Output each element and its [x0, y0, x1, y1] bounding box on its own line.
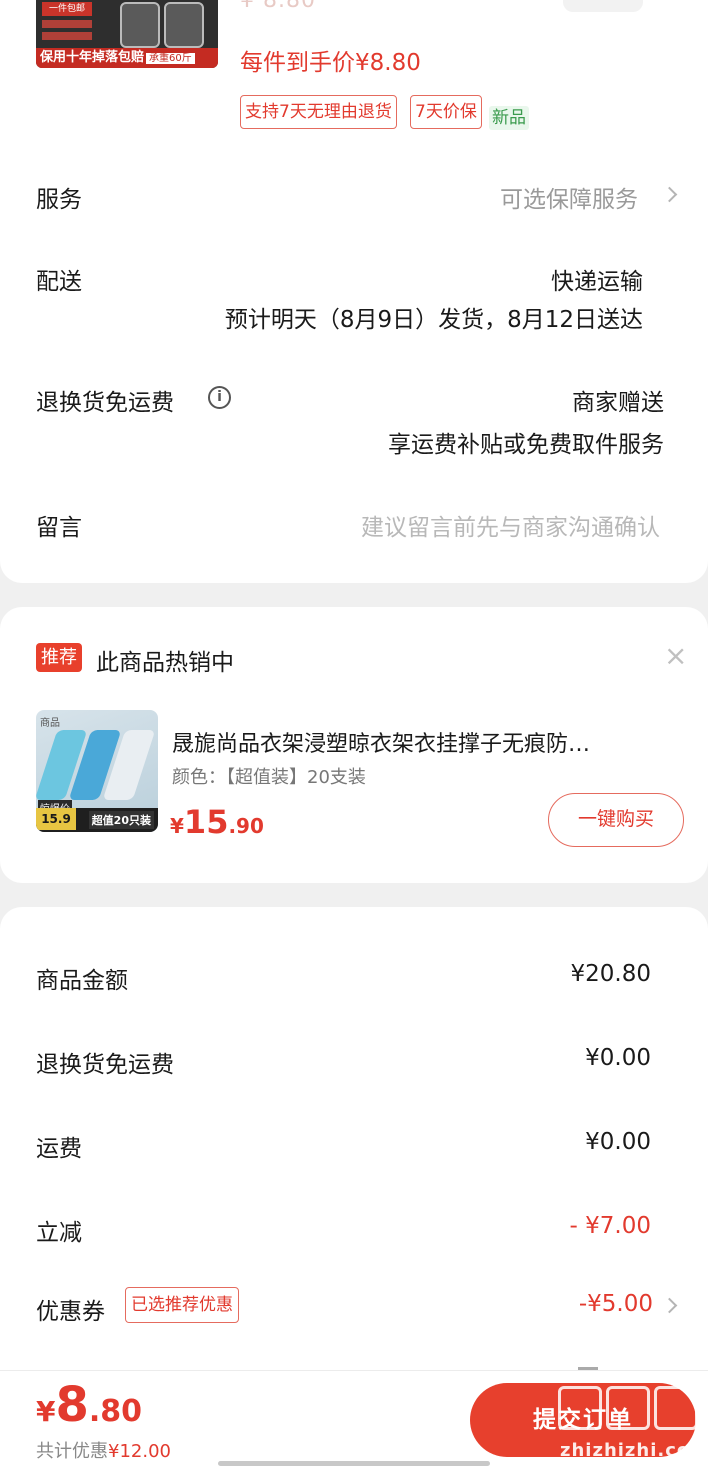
quantity-stepper[interactable]: [563, 0, 643, 12]
delivery-value: 快递运输: [551, 269, 643, 295]
service-label: 服务: [36, 187, 82, 213]
thumbnail-shipping-tag: 一件包邮: [42, 2, 92, 16]
return-detail: 享运费补贴或免费取件服务: [388, 432, 664, 458]
summary-value-coupon[interactable]: -¥5.00: [579, 1291, 653, 1317]
summary-label-shipping: 运费: [36, 1136, 82, 1162]
summary-value-goods: ¥20.80: [570, 961, 651, 987]
info-icon[interactable]: i: [208, 386, 231, 409]
hook-image: [164, 2, 204, 48]
recommend-product-color: 颜色：【超值装】20支装: [172, 767, 366, 788]
new-badge: 新品: [489, 106, 529, 130]
chevron-right-icon[interactable]: [661, 1297, 678, 1314]
delivery-label: 配送: [36, 269, 82, 295]
image-price-tag: 15.9: [36, 808, 76, 830]
chevron-right-icon[interactable]: [661, 186, 678, 203]
return-value: 商家赠送: [572, 390, 664, 416]
summary-label-discount: 立减: [36, 1220, 82, 1246]
total-discount: 共计优惠¥12.00: [36, 1441, 171, 1462]
summary-label-coupon: 优惠券: [36, 1299, 105, 1325]
summary-label-return: 退换货免运费: [36, 1052, 174, 1078]
close-icon[interactable]: ×: [664, 639, 687, 672]
summary-label-goods: 商品金额: [36, 968, 128, 994]
message-label: 留言: [36, 515, 82, 541]
product-thumbnail[interactable]: 一件包邮 保用十年掉落包赔 承重60斤: [36, 0, 218, 68]
price-protect-badge: 7天价保: [410, 95, 482, 129]
recommend-card: 推荐 此商品热销中 × 商品 惊爆价 15.9 超值20只装 晟旎尚品衣架浸塑晾…: [0, 607, 708, 883]
image-pack-badge: 超值20只装: [88, 811, 154, 829]
hook-image: [120, 2, 160, 48]
watermark-text: zhizhizhi.com: [560, 1440, 708, 1461]
total-price: ¥8.80: [36, 1377, 143, 1433]
return-label: 退换货免运费: [36, 390, 174, 416]
summary-value-shipping: ¥0.00: [585, 1129, 651, 1155]
recommend-product-image[interactable]: 商品 惊爆价 15.9 超值20只装: [36, 710, 158, 832]
return-policy-badge: 支持7天无理由退货: [240, 95, 397, 129]
faded-unit-price: ¥ 8.80: [240, 0, 316, 13]
recommend-tag: 推荐: [36, 643, 82, 672]
delivery-detail: 预计明天（8月9日）发货，8月12日送达: [224, 307, 643, 333]
recommend-title: 此商品热销中: [96, 650, 234, 676]
coupon-selected-tag[interactable]: 已选推荐优惠: [125, 1287, 239, 1323]
summary-value-discount: - ¥7.00: [569, 1213, 651, 1239]
service-value[interactable]: 可选保障服务: [500, 180, 638, 214]
watermark-logo: [558, 1386, 698, 1436]
order-detail-card: 一件包邮 保用十年掉落包赔 承重60斤 ¥ 8.80 每件到手价¥8.80 支持7…: [0, 0, 708, 583]
recommend-product-name[interactable]: 晟旎尚品衣架浸塑晾衣架衣挂撑子无痕防…: [172, 726, 672, 758]
summary-value-return: ¥0.00: [585, 1045, 651, 1071]
home-indicator[interactable]: [218, 1461, 490, 1466]
thumbnail-banner: 保用十年掉落包赔 承重60斤: [36, 48, 218, 68]
each-price: 每件到手价¥8.80: [240, 50, 421, 76]
one-click-buy-button[interactable]: 一键购买: [548, 793, 684, 847]
recommend-product-price: ¥15.90: [170, 803, 264, 841]
message-input[interactable]: 建议留言前先与商家沟通确认: [361, 508, 660, 542]
